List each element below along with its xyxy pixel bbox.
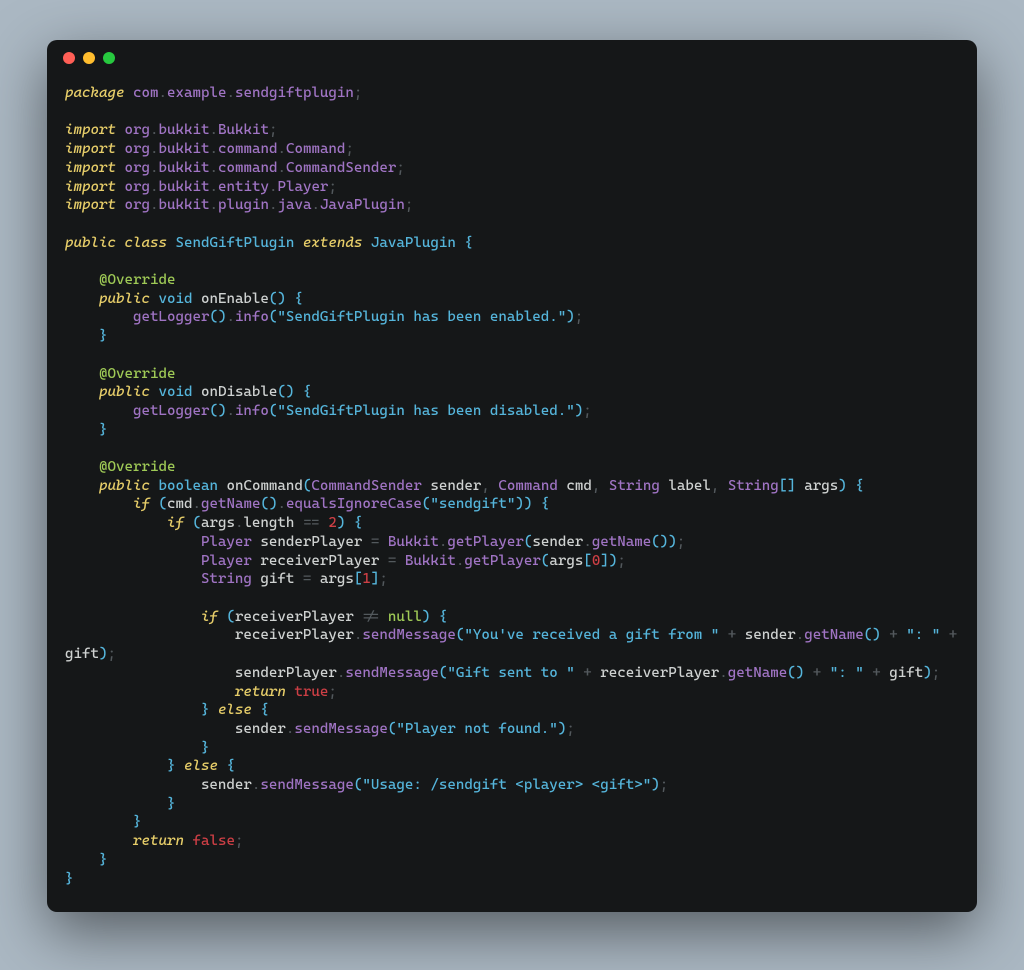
class-name: SendGiftPlugin xyxy=(175,235,294,251)
keyword-package: package xyxy=(65,85,124,101)
method-onDisable: onDisable xyxy=(201,384,277,400)
traffic-light-close-icon[interactable] xyxy=(63,52,75,64)
traffic-light-zoom-icon[interactable] xyxy=(103,52,115,64)
method-onEnable: onEnable xyxy=(201,291,269,307)
traffic-light-minimize-icon[interactable] xyxy=(83,52,95,64)
source-code: package com.example.sendgiftplugin; impo… xyxy=(47,76,977,912)
window-titlebar xyxy=(47,40,977,76)
code-window: package com.example.sendgiftplugin; impo… xyxy=(47,40,977,912)
annotation-override: @Override xyxy=(99,272,175,288)
method-onCommand: onCommand xyxy=(226,478,302,494)
